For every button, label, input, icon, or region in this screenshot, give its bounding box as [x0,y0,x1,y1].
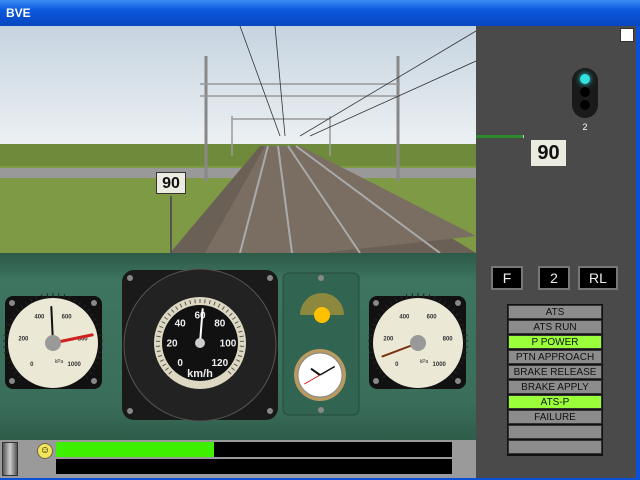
bolt-icon [455,378,461,384]
indicator-panel: ATS ATS RUN P POWER PTN APPROACH BRAKE RELEA… [507,304,603,456]
bolt-icon [127,408,133,414]
indicator-lamp [314,307,330,323]
gauge-tick-label: 600 [427,314,438,320]
bolt-icon [318,275,324,281]
gauge-tick-label: 40 [175,319,187,330]
gauge-tick [463,334,468,337]
indicator-lamp: ATS [508,305,602,319]
gradient-line [476,135,524,138]
gauge-tick-label: 800 [443,336,454,342]
gauge-tick-label: 400 [34,314,45,320]
title-bar: BVE [0,0,640,26]
bolt-icon [91,300,97,306]
signal-number: 2 [582,122,588,132]
bolt-icon [91,378,97,384]
indicator-lamp: BRAKE APPLY [508,380,602,394]
needle-hub [45,335,61,351]
signal-light-off-icon [580,87,590,97]
gauge-tick-label: 400 [399,314,410,320]
gauge-tick-label: 20 [166,338,178,349]
gauge-tick-label: 120 [211,358,228,369]
indicator-lamp [508,425,602,439]
status-bar: ☺ [0,440,476,478]
indicator-lamp: BRAKE RELEASE [508,365,602,379]
gauge-tick-label: 1000 [68,362,82,368]
gauge-unit-label: kPa [55,359,64,365]
gauge-tick-label: 60 [194,310,206,321]
gauge-tick-label: 600 [62,314,73,320]
progress-fill [56,442,215,457]
message-bar [56,459,452,474]
indicator-lamp: ATS-P [508,395,602,409]
gauge-tick-label: 100 [220,338,237,349]
track-scene [0,26,476,253]
window-title: BVE [6,6,31,20]
gauge-tick-label: 1000 [433,362,447,368]
speed-limit-display: 90 [531,140,566,166]
ats-mode-display: RL [578,266,618,290]
needle-hub [410,335,426,351]
resize-icon[interactable] [620,28,634,42]
bolt-icon [318,407,324,413]
cab-panel: 0 20 40 60 80 100 120 km/h 0 200 400 600 800 1000 0 200… [0,253,476,440]
bolt-icon [9,300,15,306]
gauge-tick [3,334,8,337]
indicator-lamp: FAILURE [508,410,602,424]
bolt-icon [373,300,379,306]
signal-light-off-icon [580,100,590,110]
bolt-icon [127,275,133,281]
cab-view: 90 [0,26,476,253]
bolt-icon [267,408,273,414]
trackside-speed-sign: 90 [156,172,186,194]
indicator-lamp: P POWER [508,335,602,349]
signal-head [572,68,598,118]
gauge-tick-label: 80 [214,319,226,330]
indicator-lamp: PTN APPROACH [508,350,602,364]
gauge-tick [239,335,244,338]
gauge-tick-label: 0 [177,358,183,369]
progress-track [56,442,452,457]
reverser-display: F [491,266,523,290]
indicator-lamp [508,440,602,454]
notch-display: 2 [538,266,570,290]
bolt-icon [373,378,379,384]
bolt-icon [9,378,15,384]
bolt-icon [455,300,461,306]
handle-icon[interactable] [2,442,18,476]
indicator-lamp: ATS RUN [508,320,602,334]
gauge-unit-label: kPa [420,359,429,365]
gauge-tick-label: 200 [383,336,394,342]
gauge-tick-label: 200 [18,336,29,342]
gauge-tick [98,334,103,337]
instrument-cluster: 020406080100120km/h0200400 6008001000 0200… [3,268,468,422]
window-border [636,26,640,480]
speed-unit-label: km/h [187,368,213,380]
gauge-tick [368,334,373,337]
needle-hub [195,338,205,348]
signal-light-icon [580,74,590,84]
bolt-icon [267,275,273,281]
smiley-icon: ☺ [37,443,53,459]
gauge-tick [156,335,161,338]
